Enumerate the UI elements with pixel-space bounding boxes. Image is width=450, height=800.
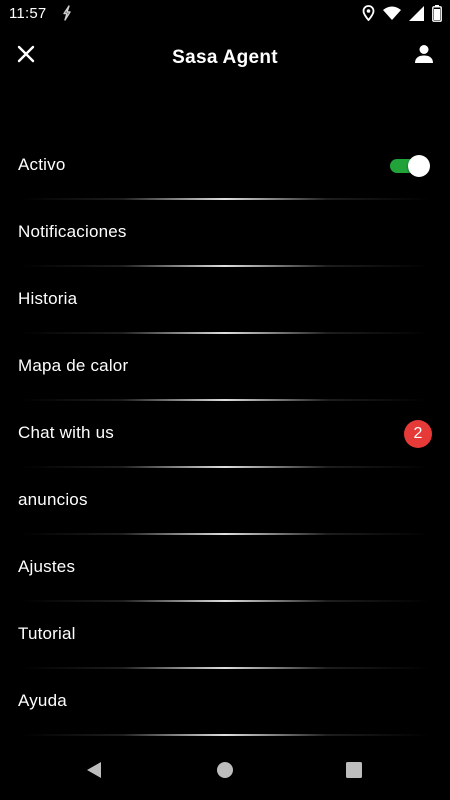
status-icons <box>362 4 442 22</box>
menu-item-label: Chat with us <box>18 423 114 442</box>
menu-item-chat-with-us[interactable]: Chat with us 2 <box>0 401 450 468</box>
location-icon <box>362 5 375 21</box>
battery-icon <box>432 4 442 22</box>
divider <box>20 734 430 736</box>
wifi-icon <box>383 6 401 20</box>
unread-badge: 2 <box>404 420 432 448</box>
page-title: Sasa Agent <box>172 47 278 68</box>
status-time: 11:57 <box>9 5 47 22</box>
app-header: Sasa Agent <box>0 28 450 88</box>
bolt-icon <box>60 5 74 21</box>
back-button[interactable] <box>76 754 112 790</box>
home-button[interactable] <box>207 754 243 790</box>
profile-button[interactable] <box>408 40 440 72</box>
menu-item-label: Ajustes <box>18 557 76 576</box>
menu-item-mapa-de-calor[interactable]: Mapa de calor <box>0 334 450 401</box>
menu-item-historia[interactable]: Historia <box>0 267 450 334</box>
back-icon <box>85 761 103 784</box>
menu-item-label: Tutorial <box>18 624 76 643</box>
recents-icon <box>346 761 362 783</box>
status-bar: 11:57 <box>0 0 450 28</box>
toggle-thumb <box>408 155 430 177</box>
menu-item-tutorial[interactable]: Tutorial <box>0 602 450 669</box>
menu-list: Activo Notificaciones Historia Mapa de c… <box>0 133 450 736</box>
menu-item-label: Mapa de calor <box>18 356 129 375</box>
menu-item-ajustes[interactable]: Ajustes <box>0 535 450 602</box>
menu-item-notificaciones[interactable]: Notificaciones <box>0 200 450 267</box>
menu-item-label: Notificaciones <box>18 222 127 241</box>
person-icon <box>414 44 434 69</box>
recents-button[interactable] <box>336 754 372 790</box>
signal-icon <box>409 5 424 21</box>
home-icon <box>216 761 234 784</box>
menu-item-label: anuncios <box>18 490 88 509</box>
menu-item-label: Ayuda <box>18 691 67 710</box>
menu-item-ayuda[interactable]: Ayuda <box>0 669 450 736</box>
menu-item-anuncios[interactable]: anuncios <box>0 468 450 535</box>
menu-item-label: Activo <box>18 155 66 174</box>
system-nav-bar <box>0 744 450 800</box>
menu-item-label: Historia <box>18 289 78 308</box>
active-toggle[interactable] <box>390 155 430 177</box>
menu-item-activo[interactable]: Activo <box>0 133 450 200</box>
